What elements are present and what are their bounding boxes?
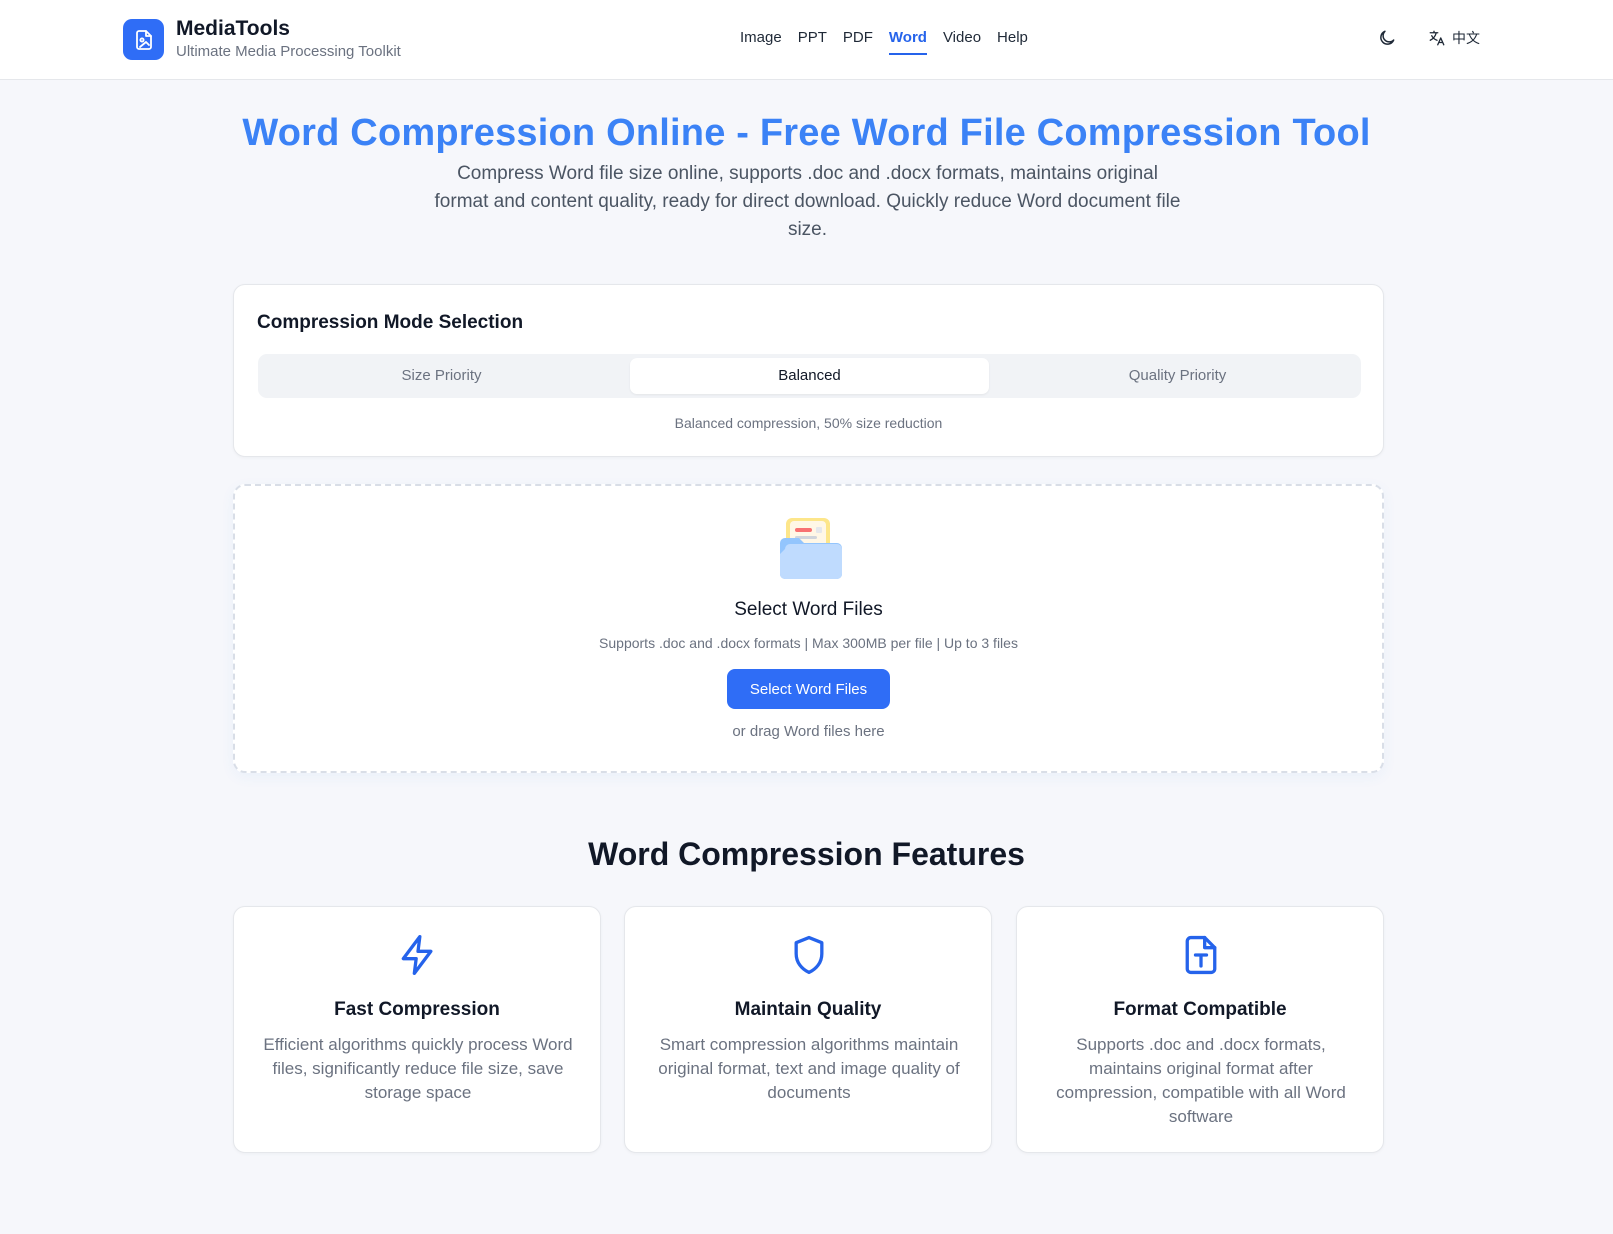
moon-icon <box>1380 30 1395 45</box>
shield-icon <box>794 935 824 975</box>
brand[interactable]: MediaTools Ultimate Media Processing Too… <box>123 17 401 62</box>
language-label: 中文 <box>1452 31 1480 47</box>
theme-toggle-button[interactable] <box>1377 28 1399 50</box>
nav-pdf[interactable]: PDF <box>843 28 873 55</box>
nav-word[interactable]: Word <box>888 28 927 55</box>
folder-icon <box>780 518 842 579</box>
feature-name: Fast Compression <box>334 999 500 1020</box>
language-switch-button[interactable]: 中文 <box>1428 28 1480 48</box>
nav-help[interactable]: Help <box>997 28 1028 55</box>
feature-name: Format Compatible <box>1113 999 1287 1020</box>
compression-mode-title: Compression Mode Selection <box>257 312 524 333</box>
mode-tab-balanced[interactable]: Balanced <box>630 358 989 394</box>
compression-mode-tabs: Size Priority Balanced Quality Priority <box>258 354 1361 398</box>
file-drop-zone[interactable]: Select Word Files Supports .doc and .doc… <box>233 484 1384 773</box>
feature-name: Maintain Quality <box>734 999 882 1020</box>
nav-image[interactable]: Image <box>740 28 782 55</box>
select-word-files-button[interactable]: Select Word Files <box>727 669 890 709</box>
drag-hint: or drag Word files here <box>732 723 885 740</box>
page-title: Word Compression Online - Free Word File… <box>242 112 1371 154</box>
feature-card-fast-compression: Fast Compression Efficient algorithms qu… <box>233 906 601 1153</box>
top-header: MediaTools Ultimate Media Processing Too… <box>0 0 1613 80</box>
feature-description: Efficient algorithms quickly process Wor… <box>263 1035 573 1102</box>
upload-title: Select Word Files <box>734 599 883 620</box>
compression-mode-description: Balanced compression, 50% size reduction <box>674 415 943 431</box>
compression-mode-card: Compression Mode Selection Size Priority… <box>233 284 1384 457</box>
features-title: Word Compression Features <box>588 836 1025 872</box>
brand-tagline: Ultimate Media Processing Toolkit <box>176 43 401 60</box>
app-logo-icon <box>123 19 164 60</box>
mode-tab-quality-priority[interactable]: Quality Priority <box>994 358 1361 394</box>
mode-tab-size-priority[interactable]: Size Priority <box>258 358 625 394</box>
upload-hint: Supports .doc and .docx formats | Max 30… <box>599 635 1018 651</box>
feature-description: Smart compression algorithms maintain or… <box>658 1035 960 1102</box>
feature-card-format-compatible: Format Compatible Supports .doc and .doc… <box>1016 906 1384 1153</box>
lightning-icon <box>401 935 433 975</box>
feature-description: Supports .doc and .docx formats, maintai… <box>1056 1035 1346 1126</box>
nav-ppt[interactable]: PPT <box>798 28 827 55</box>
brand-name: MediaTools <box>176 17 290 40</box>
nav-video[interactable]: Video <box>943 28 981 55</box>
translate-icon <box>1429 30 1445 46</box>
document-type-icon <box>1185 935 1217 975</box>
feature-card-maintain-quality: Maintain Quality Smart compression algor… <box>624 906 992 1153</box>
main-nav: Image PPT PDF Word Video Help <box>740 28 1044 55</box>
page-description: Compress Word file size online, supports… <box>434 163 1181 240</box>
